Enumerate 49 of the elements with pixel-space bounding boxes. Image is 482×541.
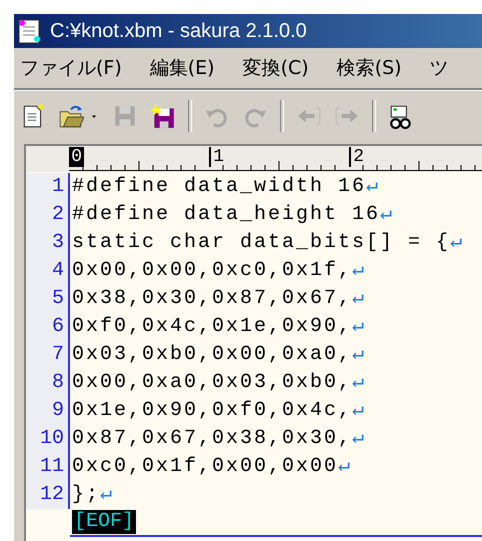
code-line: 0x00,0x00,0xc0,0x1f,: [72, 259, 352, 282]
line-end-mark: ↵: [380, 203, 392, 226]
line-end-mark: ↵: [352, 371, 364, 394]
line-number: 7: [50, 342, 64, 368]
line-end-mark: ↵: [352, 343, 364, 366]
code-line: 0x00,0xa0,0x03,0xb0,: [72, 371, 352, 394]
line-number: 4: [50, 258, 64, 284]
code-line: 0x87,0x67,0x38,0x30,: [72, 427, 352, 450]
code-line: 0xf0,0x4c,0x1e,0x90,: [72, 315, 352, 338]
line-end-mark: ↵: [352, 259, 364, 282]
line-end-mark: ↵: [352, 399, 364, 422]
line-number: 12: [38, 482, 64, 508]
line-end-mark: ↵: [450, 231, 462, 254]
line-number: 1: [50, 174, 64, 200]
line-end-mark: ↵: [352, 287, 364, 310]
menu-item[interactable]: 編集(E): [150, 55, 215, 81]
line-end-mark: ↵: [366, 175, 378, 198]
code-line: #define data_height 16: [72, 203, 380, 226]
menu-item[interactable]: ツ: [430, 55, 449, 81]
code-line: 0x1e,0x90,0xf0,0x4c,: [72, 399, 352, 422]
eof-marker: [EOF]: [72, 510, 136, 534]
line-number: 5: [50, 286, 64, 312]
notepad-icon: [18, 18, 42, 44]
line-number: 11: [38, 454, 64, 480]
line-number: 10: [38, 426, 64, 452]
menu-item[interactable]: 変換(C): [242, 55, 309, 81]
folder-icon[interactable]: [58, 103, 84, 129]
code-line: static char data_bits[] = {: [72, 231, 450, 254]
line-end-mark: ↵: [352, 315, 364, 338]
line-end-mark: ↵: [338, 455, 350, 478]
window-title: C:¥knot.xbm - sakura 2.1.0.0: [50, 20, 307, 42]
menu-item[interactable]: 検索(S): [336, 55, 402, 81]
line-number: 8: [50, 370, 64, 396]
code-line: 0x38,0x30,0x87,0x67,: [72, 287, 352, 310]
menu-item[interactable]: ファイル(F): [20, 55, 122, 81]
line-number: 6: [50, 314, 64, 340]
code-line: };: [72, 483, 100, 506]
floppy-disk-sparkle-icon[interactable]: [150, 103, 176, 129]
line-number: 3: [50, 230, 64, 256]
ruler-label: 0: [69, 147, 84, 167]
code-line: 0x03,0xb0,0x00,0xa0,: [72, 343, 352, 366]
line-number: 9: [50, 398, 64, 424]
ruler-label: 2: [349, 147, 364, 167]
line-end-mark: ↵: [100, 483, 112, 506]
line-end-mark: ↵: [352, 427, 364, 450]
line-number: 2: [50, 202, 64, 228]
code-line: 0xc0,0x1f,0x00,0x00: [72, 455, 338, 478]
code-line: #define data_width 16: [72, 175, 366, 198]
ruler-label: 1: [209, 147, 224, 167]
